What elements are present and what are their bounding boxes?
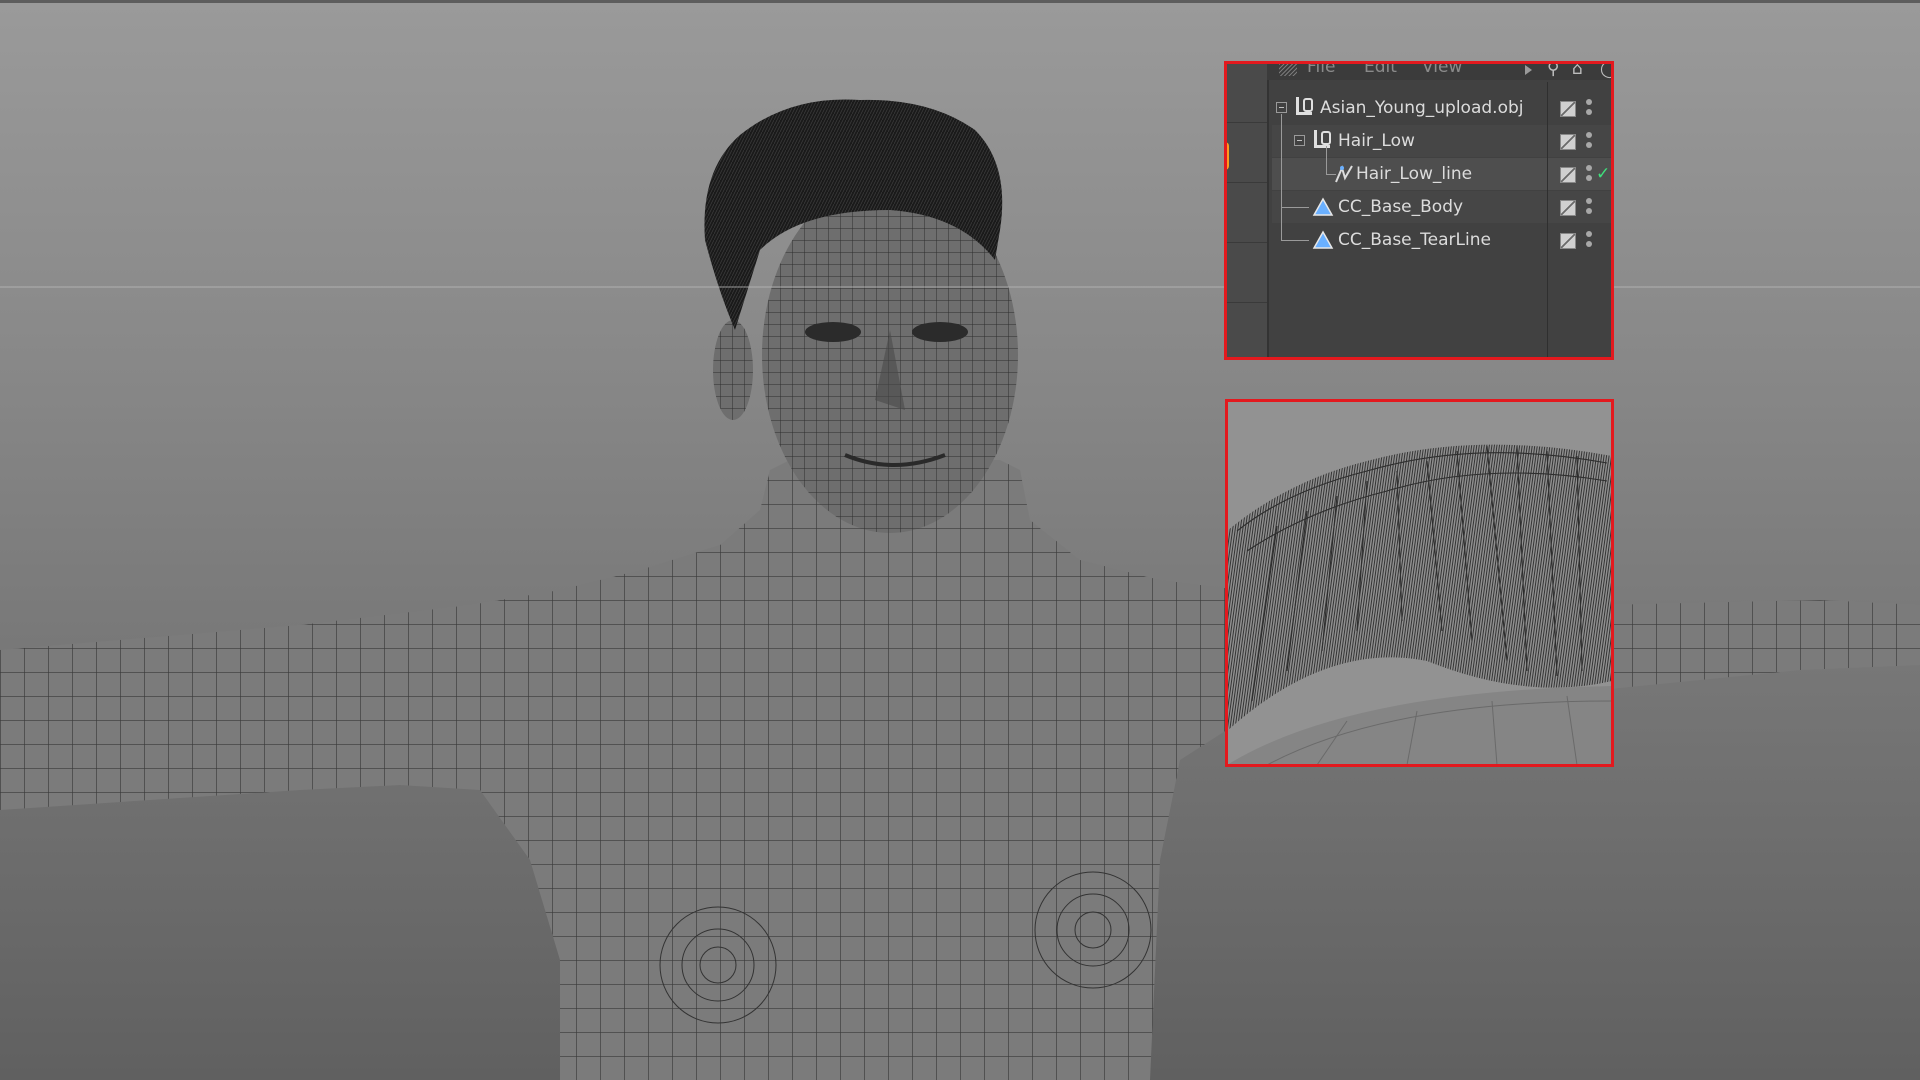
ear-mesh	[713, 320, 753, 420]
grip-icon[interactable]	[1279, 64, 1297, 76]
menu-file[interactable]: File	[1307, 62, 1335, 76]
menu-view[interactable]: View	[1422, 62, 1462, 76]
edit-layer-icon[interactable]	[1560, 134, 1576, 150]
tree-item-label: Asian_Young_upload.obj	[1320, 98, 1524, 118]
object-manager-panel[interactable]: File Edit View ⚲ ⌂ ◯ Asian_Young_upload.…	[1225, 62, 1613, 359]
tree-item-label: CC_Base_Body	[1338, 197, 1464, 217]
visibility-dots-icon[interactable]	[1586, 99, 1592, 117]
collapse-icon[interactable]	[1276, 102, 1287, 113]
spline-icon	[1335, 165, 1353, 183]
right-eye	[912, 322, 968, 342]
search-icon[interactable]: ⚲	[1547, 62, 1559, 78]
tag-icon[interactable]: ⌂	[1572, 62, 1583, 78]
visibility-dots-icon[interactable]	[1586, 231, 1592, 249]
left-eye	[805, 322, 861, 342]
tree-connector	[1281, 114, 1282, 240]
collapse-icon[interactable]	[1294, 135, 1305, 146]
tree-connector	[1281, 240, 1309, 241]
null-object-icon	[1296, 97, 1314, 117]
tree-item-label: Hair_Low	[1338, 131, 1415, 151]
visibility-dots-icon[interactable]	[1586, 165, 1592, 183]
polygon-object-icon	[1312, 230, 1334, 249]
checkmark-icon[interactable]: ✓	[1596, 164, 1610, 184]
tree-connector	[1326, 146, 1327, 174]
edit-layer-icon[interactable]	[1560, 200, 1576, 216]
visibility-dots-icon[interactable]	[1586, 198, 1592, 216]
viewport-3d[interactable]	[0, 0, 1920, 1080]
tree-connector	[1326, 174, 1336, 175]
om-status-column: ✓	[1547, 82, 1613, 359]
tree-item-label: Hair_Low_line	[1356, 164, 1473, 184]
edit-layer-icon[interactable]	[1560, 233, 1576, 249]
active-tab-indicator	[1225, 142, 1229, 170]
om-menubar: File Edit View ⚲ ⌂ ◯	[1267, 62, 1613, 80]
edit-layer-icon[interactable]	[1560, 167, 1576, 183]
polygon-object-icon	[1312, 197, 1334, 216]
om-left-toolbar	[1225, 62, 1269, 359]
null-object-icon	[1314, 130, 1332, 150]
eye-icon[interactable]: ◯	[1600, 62, 1613, 78]
menu-overflow-icon[interactable]	[1525, 65, 1532, 75]
hair-closeup-render	[1227, 401, 1612, 765]
hair-closeup-inset	[1227, 401, 1612, 765]
tree-connector	[1281, 207, 1309, 208]
edit-layer-icon[interactable]	[1560, 101, 1576, 117]
menu-edit[interactable]: Edit	[1364, 62, 1397, 76]
visibility-dots-icon[interactable]	[1586, 132, 1592, 150]
tree-item-label: CC_Base_TearLine	[1338, 230, 1491, 250]
